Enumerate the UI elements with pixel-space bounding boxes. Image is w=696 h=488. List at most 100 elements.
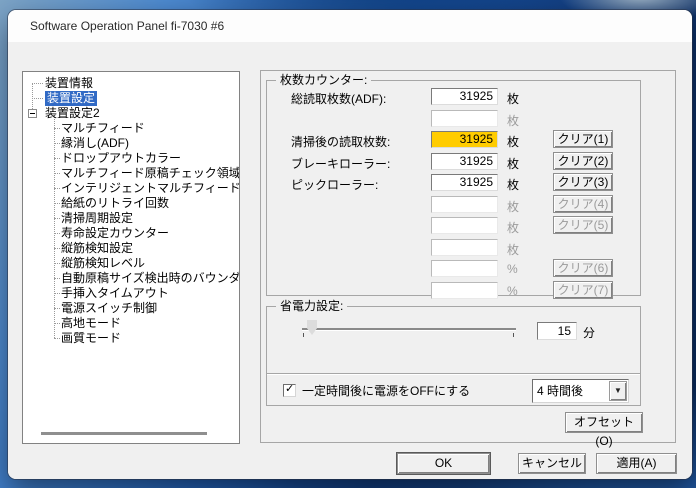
counter-row: % クリア(6) (267, 259, 640, 282)
tree-item-vertical-streak-detection[interactable]: 縦筋検知設定 (23, 241, 239, 256)
counter-unit: % (507, 262, 518, 276)
collapse-icon[interactable] (28, 109, 37, 118)
apply-button[interactable]: 適用(A) (596, 453, 677, 474)
auto-power-off-label: 一定時間後に電源をOFFにする (302, 384, 471, 398)
clear-7-button: クリア(7) (553, 280, 613, 299)
tree-item-image-quality-mode[interactable]: 画質モード (23, 331, 239, 346)
tree-item-device-setting[interactable]: 装置設定 (23, 91, 239, 106)
software-operation-panel-window: Software Operation Panel fi-7030 #6 装置情報… (8, 10, 692, 479)
minutes-unit-label: 分 (583, 326, 596, 340)
counter-unit: 枚 (507, 242, 520, 257)
tree-item-device-info[interactable]: 装置情報 (23, 76, 239, 91)
counter-unit: 枚 (507, 113, 520, 128)
tree-connector (54, 338, 60, 339)
counter-row: 清掃後の読取枚数: 31925 枚 クリア(1) (267, 130, 640, 153)
total-scans-adf-label: 総読取枚数(ADF): (291, 92, 387, 106)
tree-item-power-switch-control[interactable]: 電源スイッチ制御 (23, 301, 239, 316)
slider-tick (513, 333, 514, 337)
titlebar: Software Operation Panel fi-7030 #6 (8, 10, 692, 42)
tree-connector (54, 203, 60, 204)
counter-unit: 枚 (507, 92, 520, 106)
tree-item-feed-retry-count[interactable]: 給紙のリトライ回数 (23, 196, 239, 211)
counter-6-field (431, 195, 498, 213)
tree-connector (54, 278, 60, 279)
tree-item-device-setting-2[interactable]: 装置設定2 (23, 106, 239, 121)
counter-7-field (431, 217, 498, 234)
counter-10-field (431, 281, 498, 299)
brake-roller-field[interactable]: 31925 (431, 152, 498, 170)
checkmark-icon: ✓ (285, 383, 295, 395)
counter-row: ブレーキローラー: 31925 枚 クリア(2) (267, 151, 640, 175)
power-saving-group: 省電力設定: 15 分 ✓ 一定時間後に電源をOFFにする 4 時間後 ▼ (266, 299, 641, 406)
tree-connector (54, 158, 60, 159)
tree-connector (54, 323, 60, 324)
ok-button[interactable]: OK (397, 453, 490, 474)
power-save-slider-track[interactable] (302, 328, 516, 330)
counter-row: ピックローラー: 31925 枚 クリア(3) (267, 173, 640, 196)
tree-item-life-counter-setting[interactable]: 寿命設定カウンター (23, 226, 239, 241)
power-save-slider-thumb[interactable] (307, 320, 317, 335)
tree-item-multifeed[interactable]: マルチフィード (23, 121, 239, 136)
tree-connector (54, 128, 60, 129)
tree-connector (54, 173, 60, 174)
dialog-client-area: 装置情報 装置設定 装置設定2 マルチフィード 縁消し(ADF) ドロップアウト… (8, 42, 692, 479)
tree-connector (32, 98, 43, 99)
tree-item-vertical-streak-level[interactable]: 縦筋検知レベル (23, 256, 239, 271)
pick-roller-field[interactable]: 31925 (431, 174, 498, 191)
counter-unit: % (507, 283, 518, 298)
counter-9-field (431, 260, 498, 277)
tree-item-edge-filler-adf[interactable]: 縁消し(ADF) (23, 136, 239, 151)
tree-item-dropout-color[interactable]: ドロップアウトカラー (23, 151, 239, 166)
counter-unit: 枚 (507, 221, 520, 235)
tree-connector (54, 143, 60, 144)
auto-power-off-checkbox[interactable]: ✓ (283, 383, 296, 397)
counter-8-field (431, 238, 498, 256)
counter-row: 枚 クリア(5) (267, 216, 640, 239)
power-off-delay-dropdown[interactable]: 4 時間後 ▼ (532, 379, 629, 403)
power-save-minutes-field[interactable]: 15 (537, 322, 577, 340)
tree-connector (54, 263, 60, 264)
counter-unit: 枚 (507, 135, 520, 149)
tree-hscrollbar-thumb[interactable] (41, 432, 207, 435)
power-saving-group-title: 省電力設定: (276, 299, 348, 313)
offset-button[interactable]: オフセット(O) (565, 412, 643, 448)
tree-connector (54, 248, 60, 249)
counter-unit: 枚 (507, 156, 520, 171)
total-scans-adf-field[interactable]: 31925 (431, 88, 498, 105)
clear-6-button: クリア(6) (553, 259, 613, 277)
tree-connector (54, 233, 60, 234)
counter-row: 枚 (267, 109, 640, 132)
clear-2-button[interactable]: クリア(2) (553, 151, 613, 170)
brake-roller-label: ブレーキローラー: (291, 156, 391, 171)
scans-after-cleaning-field[interactable]: 31925 (431, 131, 498, 148)
power-off-delay-value: 4 時間後 (537, 384, 584, 398)
tree-item-intelligent-multifeed[interactable]: インテリジェントマルチフィード設定 (23, 181, 239, 196)
counter-unit: 枚 (507, 199, 520, 214)
counter-row: 総読取枚数(ADF): 31925 枚 (267, 88, 640, 110)
tree-item-manual-feed-timeout[interactable]: 手挿入タイムアウト (23, 286, 239, 301)
clear-1-button[interactable]: クリア(1) (553, 130, 613, 148)
clear-4-button: クリア(4) (553, 194, 613, 213)
group-divider (267, 373, 640, 374)
cancel-button[interactable]: キャンセル (518, 453, 586, 474)
scans-after-cleaning-label: 清掃後の読取枚数: (291, 135, 391, 149)
counter-unit: 枚 (507, 178, 520, 192)
tree-connector (32, 83, 43, 84)
counter-row: 枚 クリア(4) (267, 194, 640, 218)
sheet-counter-group: 枚数カウンター: 総読取枚数(ADF): 31925 枚 枚 清掃後の読取枚数:… (266, 73, 641, 299)
pick-roller-label: ピックローラー: (291, 178, 379, 192)
counter-row: 枚 (267, 238, 640, 261)
tree-item-auto-size-boundary[interactable]: 自動原稿サイズ検出時のバウンダリ (23, 271, 239, 286)
counter-2-field (431, 109, 498, 127)
tree-item-multifeed-check-area[interactable]: マルチフィード原稿チェック領域指定 (23, 166, 239, 181)
tree-connector (54, 308, 60, 309)
tree-connector (54, 293, 60, 294)
dropdown-arrow-icon[interactable]: ▼ (609, 381, 627, 401)
tree-connector (54, 188, 60, 189)
tree-item-high-altitude-mode[interactable]: 高地モード (23, 316, 239, 331)
slider-tick (303, 333, 304, 337)
clear-3-button[interactable]: クリア(3) (553, 173, 613, 191)
sheet-counter-group-title: 枚数カウンター: (276, 73, 372, 87)
clear-5-button: クリア(5) (553, 216, 613, 234)
tree-item-cleaning-cycle[interactable]: 清掃周期設定 (23, 211, 239, 226)
